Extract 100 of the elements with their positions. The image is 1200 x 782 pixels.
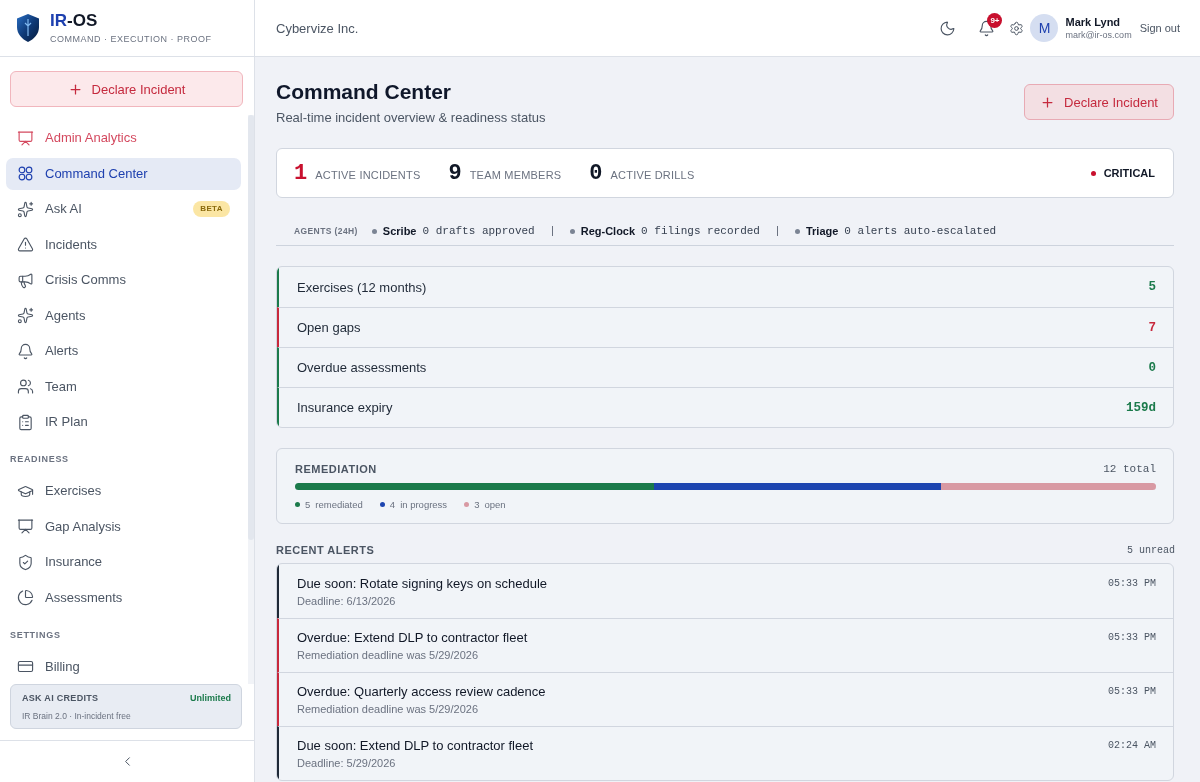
stat-label: ACTIVE INCIDENTS (315, 168, 421, 181)
four-circles-icon (17, 165, 34, 182)
stat-value: 0 (589, 160, 603, 186)
nav-item[interactable]: Alerts (6, 335, 241, 367)
agent-summary: 0 alerts auto-escalated (844, 225, 997, 237)
warning-triangle-icon (17, 236, 34, 253)
agent-name: Triage (805, 225, 839, 237)
agent-name: Scribe (382, 225, 417, 237)
alert-detail: Deadline: 6/13/2026 (297, 594, 397, 608)
metric-value: 159d (1126, 400, 1156, 415)
brand-tagline: COMMAND · EXECUTION · PROOF (50, 34, 212, 45)
legend-count: 4 (389, 499, 396, 510)
nav-item[interactable]: Exercises (6, 475, 241, 507)
organization-name: Cybervize Inc. (276, 20, 359, 36)
bell-icon (17, 342, 34, 360)
nav-item[interactable]: Incidents (6, 228, 241, 261)
scrollbar-thumb[interactable] (248, 115, 254, 540)
alert-time: 05:33 PM (1108, 578, 1156, 589)
presentation-chart-icon (17, 518, 34, 535)
alert-title: Overdue: Extend DLP to contractor fleet (297, 630, 528, 646)
settings-icon[interactable] (1009, 20, 1025, 36)
declare-incident-button[interactable]: Declare Incident (10, 71, 243, 107)
plus-icon (67, 81, 83, 97)
legend-count: 5 (305, 499, 311, 510)
nav-item[interactable]: Gap Analysis (6, 510, 241, 543)
alert-row[interactable]: Due soon: Extend DLP to contractor fleet Deadline: 5/29/2026 02:24 AM (277, 726, 1173, 780)
moon-icon[interactable] (939, 19, 957, 37)
shield-logo-icon (17, 14, 39, 42)
legend-label: open (484, 499, 506, 510)
shield-check-icon (17, 553, 34, 571)
metric-label: Open gaps (297, 320, 361, 335)
alert-time: 05:33 PM (1108, 686, 1156, 697)
plus-icon (1040, 94, 1056, 110)
notification-badge: 9+ (987, 12, 1003, 28)
metric-label: Insurance expiry (297, 400, 393, 415)
recent-alerts-title: RECENT ALERTS (276, 544, 375, 556)
megaphone-icon (17, 271, 34, 289)
people-icon (17, 378, 34, 395)
alert-time: 02:24 AM (1108, 740, 1156, 751)
metric-value: 5 (1148, 280, 1156, 294)
metric-label: Overdue assessments (297, 360, 427, 375)
nav-item[interactable]: Crisis Comms (6, 264, 241, 296)
presentation-chart-icon (17, 129, 34, 147)
remediation-title: REMEDIATION (295, 463, 377, 475)
nav-item[interactable]: Assessments (6, 581, 241, 614)
nav-item[interactable]: Agents (6, 299, 241, 332)
pie-chart-icon (17, 589, 34, 606)
alert-time: 05:33 PM (1108, 632, 1156, 643)
user-email: mark@ir-os.com (1065, 29, 1132, 41)
brand-name: IR-OS (50, 11, 99, 31)
alert-detail: Remediation deadline was 5/29/2026 (297, 648, 480, 662)
section-heading: READINESS (10, 453, 70, 465)
alert-row[interactable]: Overdue: Extend DLP to contractor fleet Remediation deadline was 5/29/2026 05:33 PM (277, 618, 1173, 672)
page-subtitle: Real-time incident overview & readiness status (276, 110, 546, 126)
alert-detail: Remediation deadline was 5/29/2026 (297, 702, 480, 716)
status-label: CRITICAL (1103, 167, 1155, 179)
nav-item[interactable]: Ask AI BETA (6, 193, 241, 225)
agent-summary: 0 filings recorded (641, 225, 760, 237)
section-heading: SETTINGS (10, 628, 62, 641)
alert-row[interactable]: Overdue: Quarterly access review cadence Remediation deadline was 5/29/2026 05:33 PM (277, 672, 1173, 726)
metric-label: Exercises (12 months) (297, 279, 427, 295)
beta-badge: BETA (193, 201, 230, 217)
user-name: Mark Lynd (1065, 15, 1122, 29)
credits-value: Unlimited (190, 693, 231, 704)
credits-note: IR Brain 2.0 · In-incident free (22, 711, 132, 722)
stat-label: ACTIVE DRILLS (610, 168, 695, 181)
alert-title: Overdue: Quarterly access review cadence (297, 684, 546, 700)
agent-dot-icon (794, 228, 800, 234)
nav-item[interactable]: Insurance (6, 546, 241, 578)
metric-value: 0 (1148, 360, 1156, 375)
unread-count: 5 unread (1127, 544, 1175, 556)
nav-item[interactable]: Admin Analytics (6, 122, 241, 154)
alert-title: Due soon: Rotate signing keys on schedule (297, 576, 548, 592)
stat-value: 1 (294, 160, 308, 186)
nav-item[interactable]: Team (6, 370, 241, 403)
nav-item[interactable]: Billing (6, 650, 241, 683)
legend-count: 3 (474, 499, 480, 510)
agent-summary: 0 drafts approved (422, 225, 535, 237)
agent-name: Reg-Clock (580, 225, 636, 237)
sparkles-icon (17, 200, 34, 218)
avatar[interactable]: M (1030, 14, 1059, 42)
alert-detail: Deadline: 5/29/2026 (297, 756, 397, 770)
agent-dot-icon (371, 228, 377, 234)
agents-label: AGENTS (24H) (294, 226, 358, 236)
agent-dot-icon (569, 228, 575, 234)
legend-label: remediated (315, 499, 363, 510)
sparkles-icon (17, 307, 34, 324)
nav-item[interactable]: Command Center (6, 157, 241, 190)
remediation-total: 12 total (1103, 463, 1156, 475)
nav-item[interactable]: IR Plan (6, 406, 241, 438)
stat-label: TEAM MEMBERS (469, 168, 562, 181)
declare-incident-button[interactable]: Declare Incident (1024, 84, 1174, 120)
credit-card-icon (17, 658, 34, 675)
legend-label: in progress (400, 499, 448, 510)
page-title: Command Center (276, 79, 453, 105)
sign-out-link[interactable]: Sign out (1139, 22, 1180, 34)
metric-value: 7 (1148, 320, 1156, 335)
clipboard-icon (17, 413, 34, 431)
alert-title: Due soon: Extend DLP to contractor fleet (297, 738, 534, 754)
credits-title: ASK AI CREDITS (22, 693, 99, 704)
